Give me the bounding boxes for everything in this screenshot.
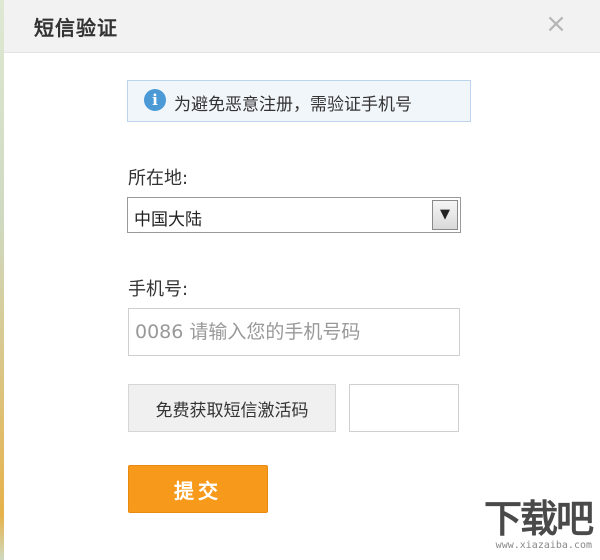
dialog-title: 短信验证 bbox=[34, 16, 118, 40]
notice-text: 为避免恶意注册，需验证手机号 bbox=[174, 95, 412, 115]
phone-number-input[interactable] bbox=[128, 308, 460, 356]
region-label: 所在地: bbox=[128, 168, 189, 189]
get-sms-code-button[interactable]: 免费获取短信激活码 bbox=[128, 384, 336, 432]
site-watermark: 下载吧 www.xiazaiba.com bbox=[466, 497, 594, 554]
info-icon: i bbox=[144, 89, 166, 111]
phone-label: 手机号: bbox=[128, 279, 189, 300]
close-icon[interactable]: × bbox=[542, 10, 570, 38]
region-select[interactable]: 中国大陆 ▼ bbox=[127, 197, 461, 233]
submit-button[interactable]: 提交 bbox=[128, 465, 268, 513]
info-notice: i 为避免恶意注册，需验证手机号 bbox=[127, 80, 471, 122]
watermark-logo: 下载吧 bbox=[483, 497, 594, 541]
region-selected-value: 中国大陆 bbox=[134, 210, 202, 230]
watermark-site-url: www.xiazaiba.com bbox=[495, 540, 592, 551]
sms-verification-dialog: 短信验证 × i 为避免恶意注册，需验证手机号 所在地: 中国大陆 ▼ 手机号:… bbox=[4, 0, 600, 560]
dialog-titlebar: 短信验证 × bbox=[4, 0, 600, 53]
chevron-down-icon[interactable]: ▼ bbox=[432, 200, 458, 230]
sms-code-input[interactable] bbox=[349, 384, 459, 432]
